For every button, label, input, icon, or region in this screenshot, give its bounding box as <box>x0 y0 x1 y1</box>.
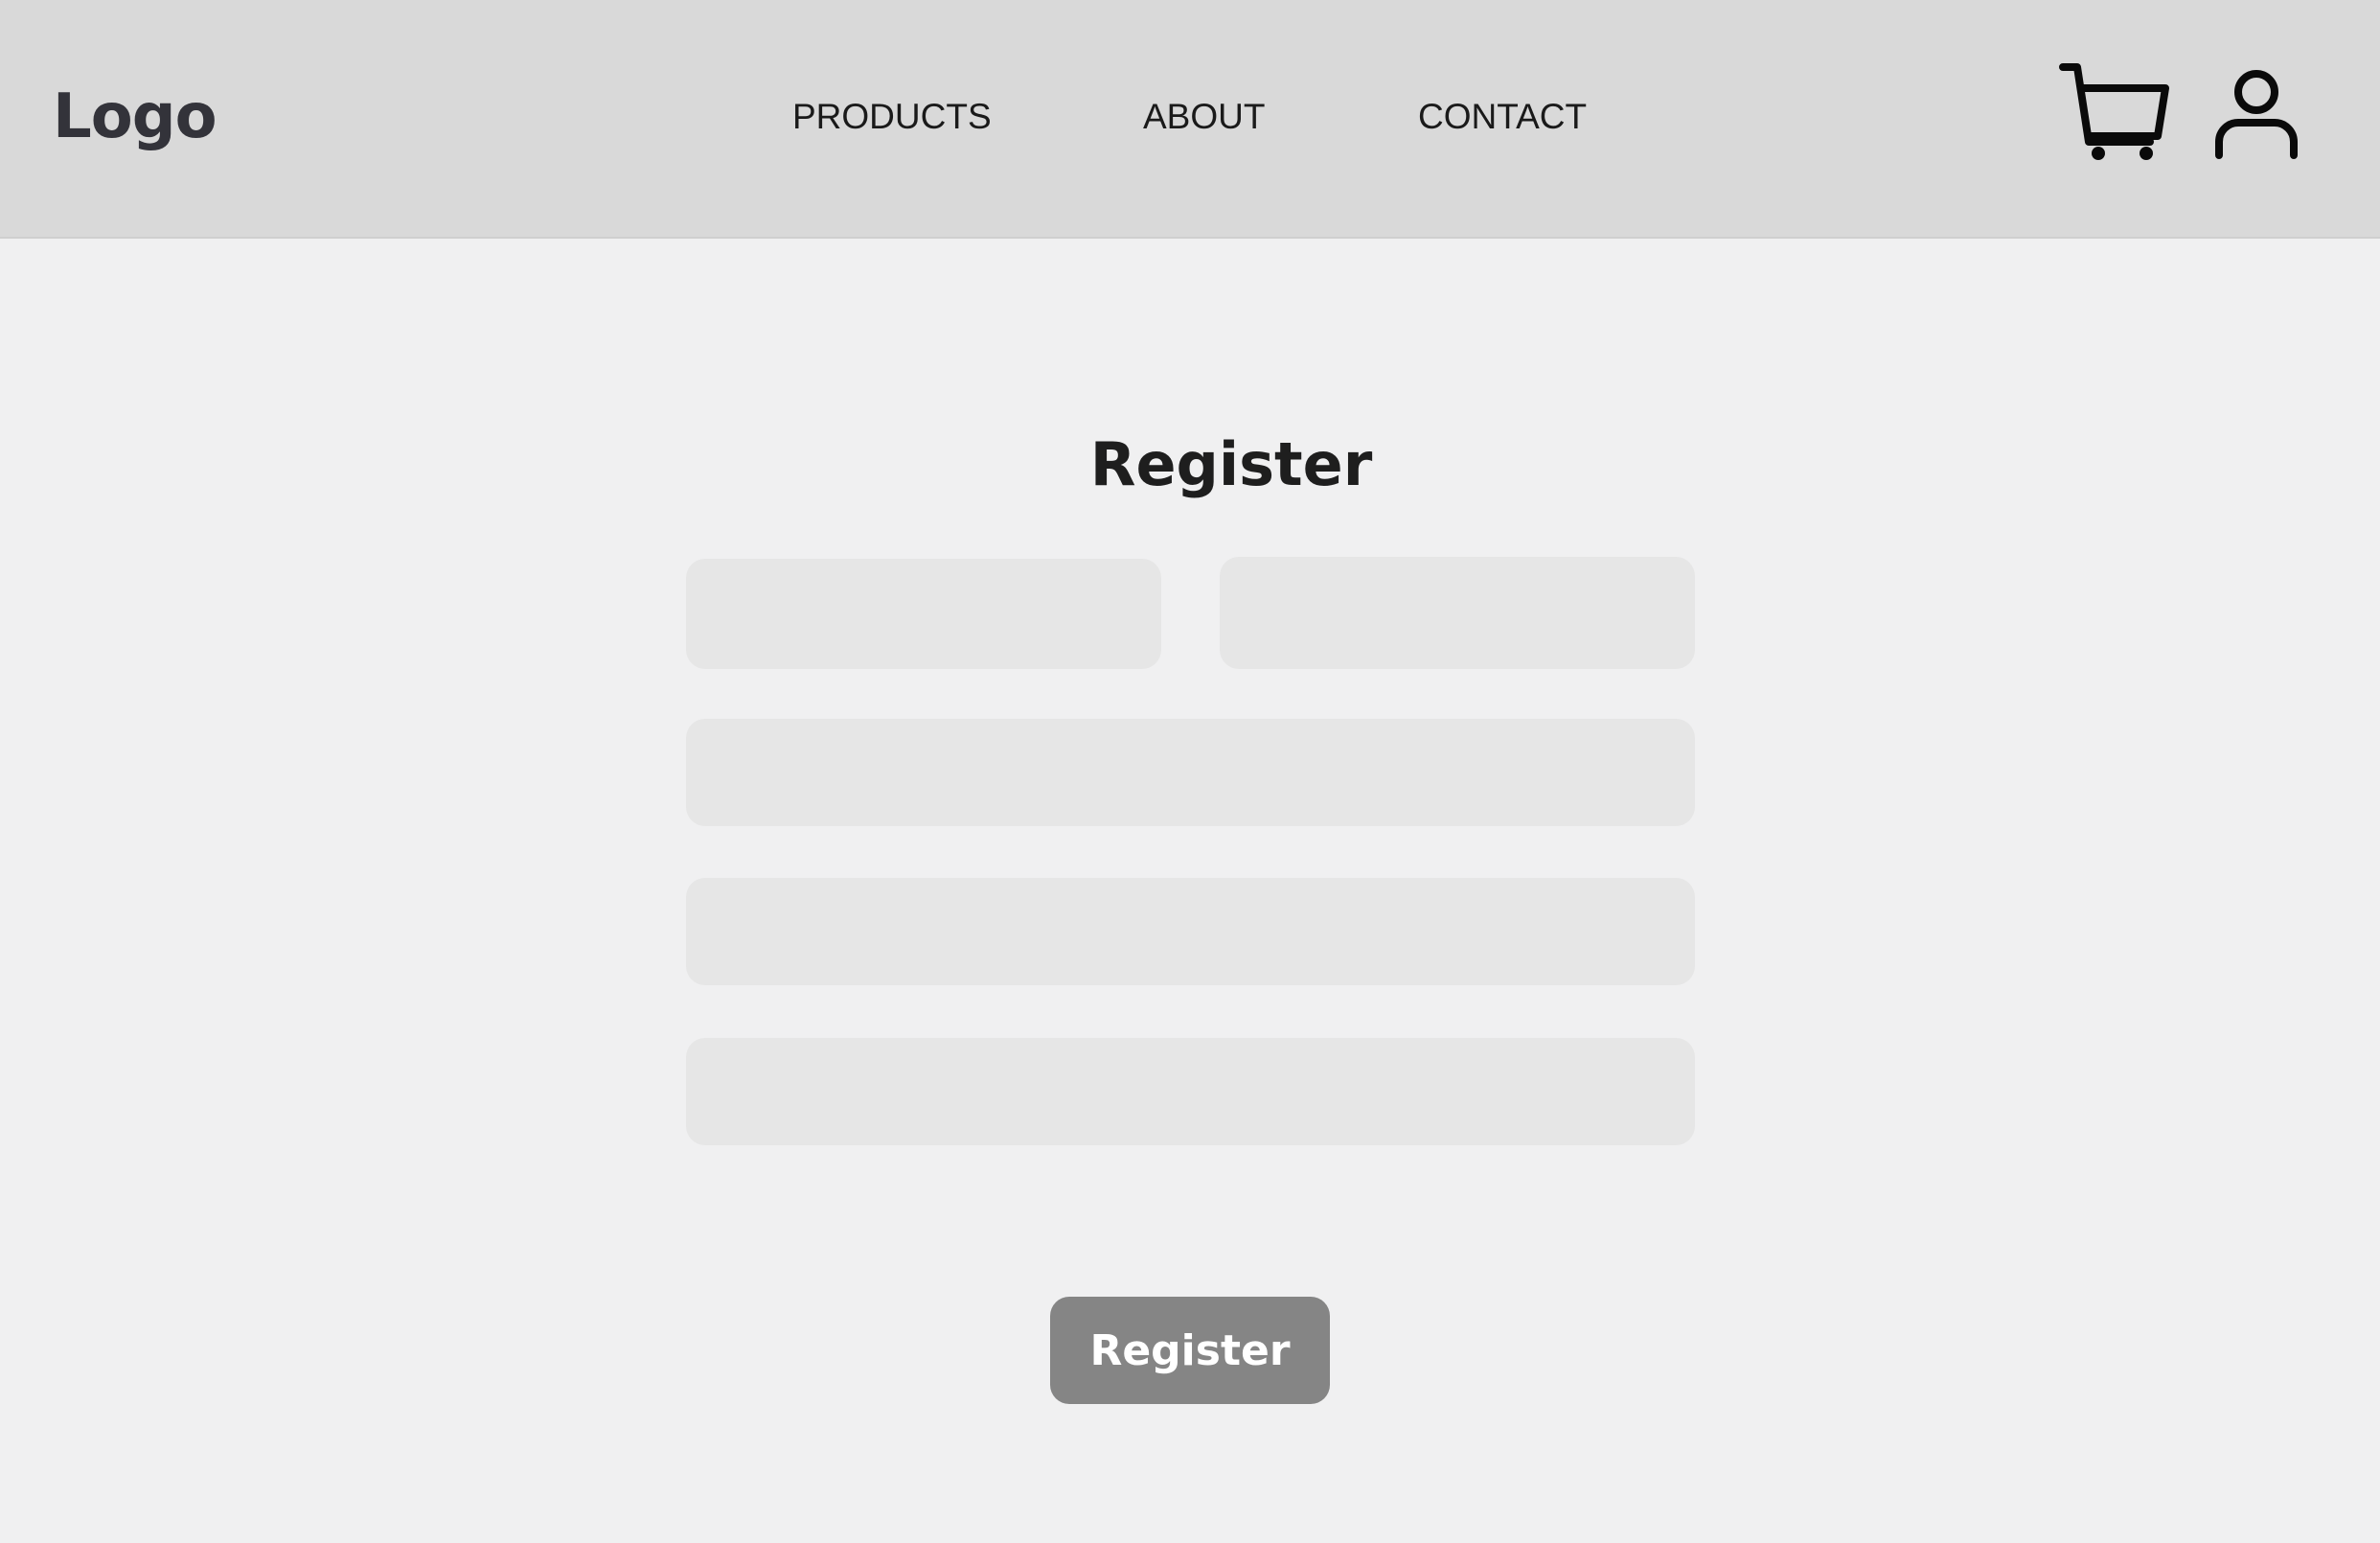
last-name-field[interactable] <box>1220 557 1695 669</box>
shopping-cart-icon <box>2059 63 2169 160</box>
form-field-3[interactable] <box>686 1038 1695 1145</box>
form-title: Register <box>1089 429 1373 499</box>
logo[interactable]: Logo <box>53 71 217 163</box>
user-account-button[interactable] <box>2213 65 2300 161</box>
site-header: Logo PRODUCTS ABOUT CONTACT <box>0 0 2380 239</box>
first-name-field[interactable] <box>686 559 1161 669</box>
cart-button[interactable] <box>2058 59 2169 165</box>
nav-link-contact[interactable]: CONTACT <box>1418 90 1587 144</box>
user-icon <box>2215 70 2298 159</box>
register-button[interactable]: Register <box>1050 1297 1330 1404</box>
nav-link-products[interactable]: PRODUCTS <box>792 90 992 144</box>
form-field-2[interactable] <box>686 878 1695 985</box>
nav-link-about[interactable]: ABOUT <box>1143 90 1265 144</box>
form-field-1[interactable] <box>686 719 1695 826</box>
